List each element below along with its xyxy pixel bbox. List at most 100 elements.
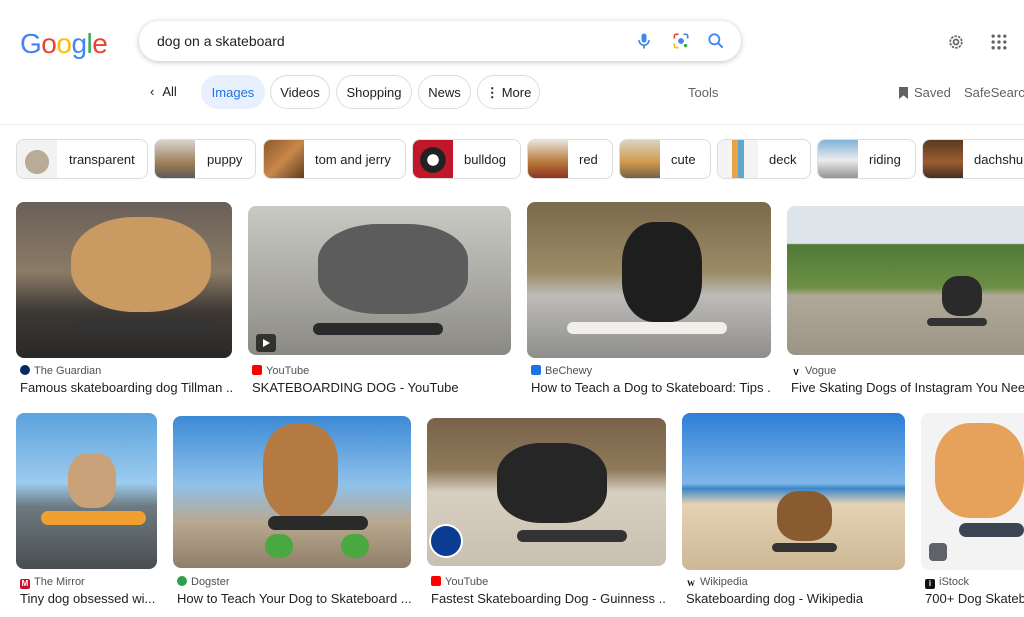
- apps-grid-icon[interactable]: [989, 32, 1009, 52]
- dog-shape: [318, 224, 468, 314]
- skateboard-shape: [927, 318, 987, 326]
- chip-thumbnail: [413, 140, 453, 178]
- istock-favicon-icon: i: [925, 579, 935, 589]
- chip-red[interactable]: red: [527, 139, 613, 179]
- chip-thumbnail: [620, 140, 660, 178]
- result-title[interactable]: Famous skateboarding dog Tillman ...: [20, 380, 232, 395]
- tab-all[interactable]: ‹ All: [150, 84, 177, 99]
- search-box[interactable]: dog on a skateboard: [139, 21, 741, 61]
- chip-label: deck: [769, 152, 797, 167]
- dogster-favicon-icon: [177, 576, 187, 586]
- tab-videos[interactable]: Videos: [270, 75, 330, 109]
- result-title[interactable]: 700+ Dog Skateboard ...: [925, 591, 1024, 606]
- dog-shape: [263, 424, 338, 519]
- chip-thumbnail: [528, 140, 568, 178]
- wikipedia-favicon-icon: W: [686, 579, 696, 589]
- search-icon[interactable]: [706, 31, 726, 51]
- search-input[interactable]: dog on a skateboard: [157, 33, 285, 49]
- result-image[interactable]: [921, 413, 1024, 570]
- chip-puppy[interactable]: puppy: [154, 139, 256, 179]
- result-source: W Wikipedia: [686, 576, 748, 589]
- chip-label: riding: [869, 152, 901, 167]
- result-image[interactable]: [16, 413, 157, 569]
- wheel-shape: [341, 534, 369, 558]
- skateboard-shape: [76, 320, 216, 334]
- image-result[interactable]: YouTube Fastest Skateboarding Dog - Guin…: [427, 418, 666, 613]
- result-source: BeChewy: [531, 365, 592, 377]
- skateboard-shape: [959, 523, 1024, 537]
- image-result[interactable]: The Guardian Famous skateboarding dog Ti…: [16, 202, 232, 402]
- chip-bulldog[interactable]: bulldog: [412, 139, 521, 179]
- result-image[interactable]: [173, 416, 411, 568]
- result-image[interactable]: [16, 202, 232, 358]
- tab-more-label: More: [501, 85, 532, 100]
- result-title[interactable]: SKATEBOARDING DOG - YouTube: [252, 380, 511, 395]
- chip-riding[interactable]: riding: [817, 139, 916, 179]
- chip-transparent[interactable]: transparent: [16, 139, 148, 179]
- skateboard-shape: [567, 322, 727, 334]
- chip-label: red: [579, 152, 598, 167]
- saved-button[interactable]: Saved: [899, 85, 951, 100]
- result-image[interactable]: [787, 206, 1024, 355]
- image-badge-icon: [929, 543, 947, 561]
- dog-shape: [942, 276, 982, 316]
- chip-cute[interactable]: cute: [619, 139, 711, 179]
- bechewy-favicon-icon: [531, 365, 541, 375]
- chip-dachshund[interactable]: dachshund: [922, 139, 1024, 179]
- result-source: YouTube: [431, 576, 488, 588]
- skateboard-shape: [313, 323, 443, 335]
- logo-letter: o: [41, 28, 57, 59]
- safesearch-button[interactable]: SafeSearch: [964, 85, 1024, 100]
- image-result[interactable]: V Vogue Five Skating Dogs of Instagram Yo…: [787, 206, 1024, 402]
- result-image[interactable]: [682, 413, 905, 570]
- more-vert-icon: ⋮: [485, 85, 499, 100]
- result-image[interactable]: [527, 202, 771, 358]
- result-source: Dogster: [177, 576, 230, 588]
- vogue-favicon-icon: V: [791, 368, 801, 378]
- chip-label: transparent: [69, 152, 135, 167]
- lens-icon[interactable]: [671, 31, 691, 51]
- image-result[interactable]: BeChewy How to Teach a Dog to Skateboard…: [527, 202, 771, 402]
- image-result[interactable]: Dogster How to Teach Your Dog to Skatebo…: [173, 416, 411, 613]
- image-result[interactable]: iiStock 700+ Dog Skateboard ...: [921, 413, 1024, 613]
- result-title[interactable]: Skateboarding dog - Wikipedia: [686, 591, 905, 606]
- skateboard-shape: [41, 511, 146, 525]
- skateboard-shape: [517, 530, 627, 542]
- chip-label: bulldog: [464, 152, 506, 167]
- result-source: YouTube: [252, 365, 309, 377]
- header-divider: [0, 124, 1024, 125]
- youtube-favicon-icon: [252, 365, 262, 375]
- tab-images[interactable]: Images: [201, 75, 265, 109]
- image-result[interactable]: W Wikipedia Skateboarding dog - Wikipedia: [682, 413, 905, 613]
- result-title[interactable]: Five Skating Dogs of Instagram You Need …: [791, 380, 1024, 395]
- result-title[interactable]: How to Teach Your Dog to Skateboard ...: [177, 591, 411, 606]
- google-logo[interactable]: Google: [20, 28, 108, 60]
- result-source: V Vogue: [791, 365, 836, 378]
- tab-news[interactable]: News: [418, 75, 471, 109]
- tab-shopping[interactable]: Shopping: [336, 75, 412, 109]
- chip-label: puppy: [207, 152, 243, 167]
- chip-tom-and-jerry[interactable]: tom and jerry: [263, 139, 406, 179]
- saved-label: Saved: [914, 85, 951, 100]
- result-image[interactable]: [248, 206, 511, 355]
- image-result[interactable]: YouTube SKATEBOARDING DOG - YouTube: [248, 206, 511, 402]
- tab-more[interactable]: ⋮ More: [477, 75, 540, 109]
- tools-button[interactable]: Tools: [688, 85, 718, 100]
- mic-icon[interactable]: [634, 31, 654, 51]
- result-source: i iStock: [925, 576, 969, 589]
- image-result[interactable]: M The Mirror Tiny dog obsessed wi...: [16, 413, 157, 613]
- chevron-left-icon: ‹: [150, 84, 155, 99]
- result-title[interactable]: Fastest Skateboarding Dog - Guinness ...: [431, 591, 666, 606]
- guinness-badge-icon: [429, 524, 463, 558]
- result-image[interactable]: [427, 418, 666, 566]
- result-title[interactable]: Tiny dog obsessed wi...: [20, 591, 157, 606]
- result-source: The Guardian: [20, 365, 101, 377]
- dog-shape: [622, 222, 702, 322]
- dog-shape: [935, 423, 1024, 518]
- guardian-favicon-icon: [20, 365, 30, 375]
- gear-icon[interactable]: [946, 32, 966, 52]
- skateboard-shape: [772, 543, 837, 552]
- mirror-favicon-icon: M: [20, 579, 30, 589]
- chip-deck[interactable]: deck: [717, 139, 811, 179]
- result-title[interactable]: How to Teach a Dog to Skateboard: Tips .…: [531, 380, 771, 395]
